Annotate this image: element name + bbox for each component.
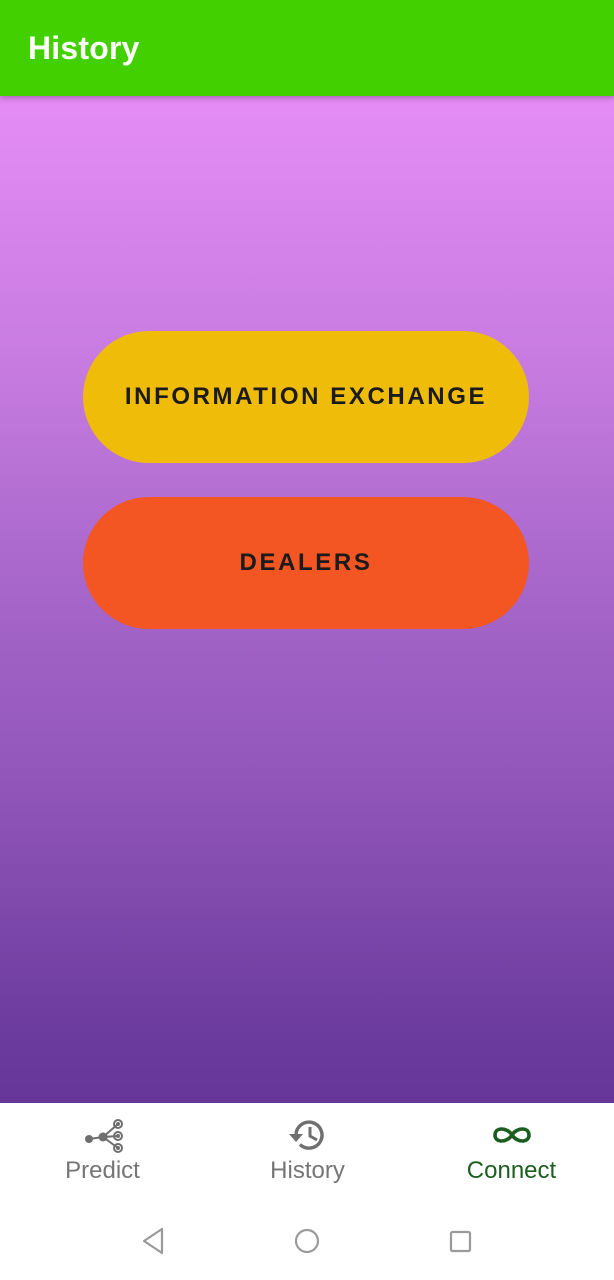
history-icon	[288, 1120, 324, 1150]
nav-item-predict[interactable]: Predict	[0, 1103, 205, 1203]
home-circle-icon[interactable]	[289, 1223, 325, 1259]
nav-item-connect[interactable]: Connect	[409, 1103, 614, 1203]
system-navigation-bar	[0, 1203, 614, 1280]
nav-label-connect: Connect	[466, 1157, 557, 1184]
information-exchange-button[interactable]: INFORMATION EXCHANGE	[83, 331, 529, 463]
nav-label-history: History	[270, 1157, 345, 1184]
bottom-navigation: Predict History Connect	[0, 1103, 614, 1203]
app-screen: History INFORMATION EXCHANGE DEALERS Pre…	[0, 0, 614, 1280]
page-title: History	[28, 30, 140, 66]
main-content: INFORMATION EXCHANGE DEALERS	[0, 96, 614, 1103]
nav-label-predict: Predict	[65, 1157, 140, 1184]
dealers-button[interactable]: DEALERS	[83, 497, 529, 629]
infinity-icon	[492, 1127, 531, 1143]
back-triangle-icon[interactable]	[136, 1223, 172, 1259]
recents-square-icon[interactable]	[442, 1223, 478, 1259]
nav-item-history[interactable]: History	[205, 1103, 410, 1203]
share-nodes-icon	[84, 1119, 123, 1153]
app-bar: History	[0, 0, 614, 96]
